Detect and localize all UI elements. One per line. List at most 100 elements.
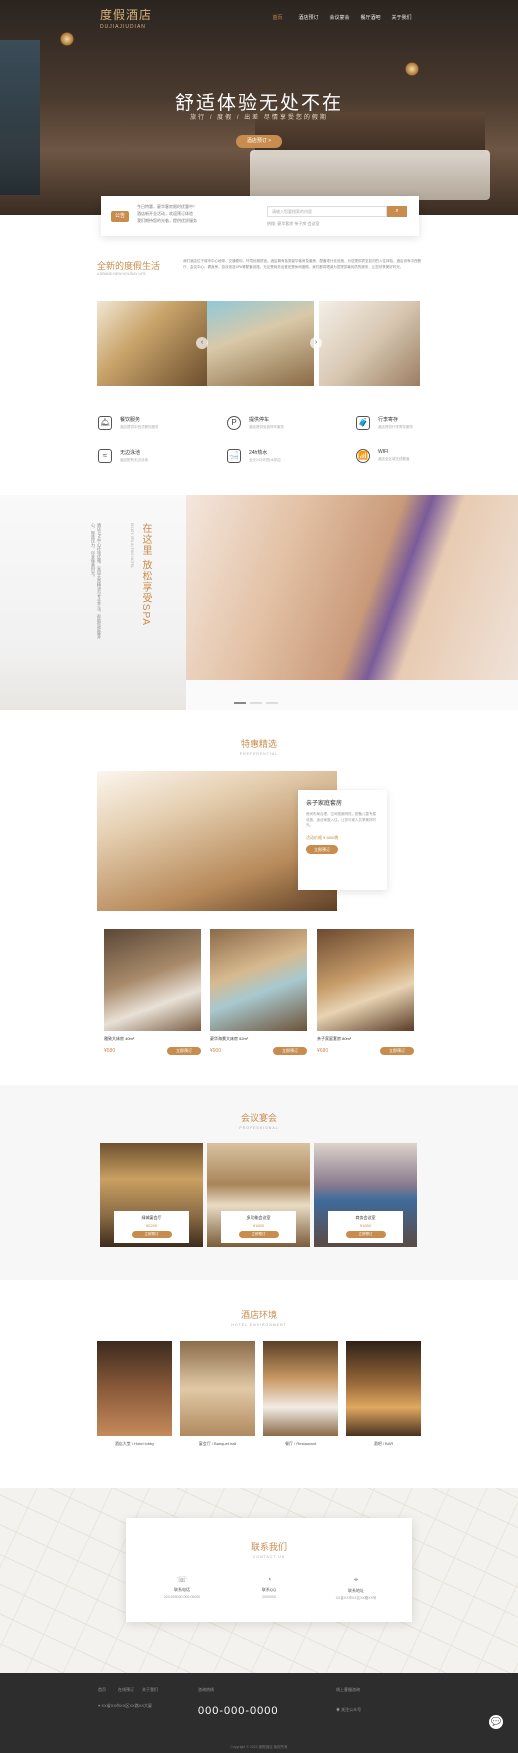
wifi-icon: 📶: [356, 449, 370, 463]
notice-search-bar: 公告 今日特惠，豪华客房限时优惠中！ 酒店新开业活动，欢迎预订体验 我们期待您的…: [101, 196, 419, 236]
phone-icon: ☏: [176, 1575, 187, 1584]
carousel-dots: [234, 702, 278, 704]
contact-value: XX省XX市XX区XX路XX号: [335, 1596, 377, 1600]
spa-title: 在这里 放松享受SPA: [140, 523, 151, 627]
facility-item: 🧳 行李寄存 酒店提供行李寄存服务: [356, 416, 413, 430]
facility-name: WIFI: [378, 449, 389, 455]
env-card[interactable]: 宴会厅 / Banquet hall: [180, 1341, 255, 1447]
featured-room-desc: 房间布局合理，空间宽敞明亮，配备儿童专属设施，适合家庭入住，让您与家人共享美好时…: [306, 812, 376, 827]
nav-booking[interactable]: 酒店预订: [293, 12, 324, 23]
meeting-name: 绿城宴会厅: [141, 1215, 162, 1220]
footer-wechat-text: 关注公众号: [341, 1707, 362, 1712]
meeting-title: 会议宴会: [240, 1113, 277, 1123]
rooms-title: 特惠精选: [240, 739, 277, 749]
main-nav: 首页 酒店预订 会议宴会 餐厅酒吧 关于我们: [262, 12, 417, 23]
facility-desc: 酒店提供行李寄存服务: [378, 425, 413, 429]
intro-title: 全新的度假生活: [97, 261, 161, 271]
pool-icon: ≈: [98, 449, 112, 463]
spa-text: 酒店SPA中心环境优雅，采用天然精油与专业手法，帮助您舒缓身心，释放压力，尽享惬…: [91, 523, 102, 639]
notice-line[interactable]: 酒店新开业活动，欢迎预订体验: [137, 210, 197, 217]
spa-subtitle: ENJOY SPA IN THIS HOTEL: [130, 523, 134, 569]
meeting-book-button[interactable]: 立即预订: [131, 1231, 172, 1238]
search-icon: ⌕: [395, 208, 399, 214]
facility-item: 📶 WIFI 酒店全区域无线覆盖: [356, 449, 410, 463]
meeting-book-button[interactable]: 立即预订: [238, 1231, 279, 1238]
chat-icon[interactable]: 💬: [489, 1715, 503, 1729]
intro-image: [207, 301, 314, 386]
search-button[interactable]: ⌕: [387, 206, 407, 217]
room-name: 雅致大床房 40m²: [104, 1036, 135, 1041]
notice-tag: 公告: [111, 211, 129, 222]
featured-book-button[interactable]: 立即预订: [306, 844, 338, 854]
env-caption: 餐厅 / Restaurant: [285, 1441, 316, 1446]
footer-link[interactable]: 关于我们: [142, 1687, 158, 1693]
bathtub-icon: 🛁: [227, 449, 241, 463]
location-icon: ⌖: [353, 1575, 359, 1584]
footer-link[interactable]: 在线预订: [118, 1687, 134, 1693]
lamp-light: [60, 32, 74, 46]
env-card[interactable]: 酒店大堂 / Hotel lobby: [97, 1341, 172, 1447]
featured-room-price: 活动价格 ¥ 680/晚: [306, 834, 339, 840]
meeting-book-button[interactable]: 立即预订: [345, 1231, 386, 1238]
room-card[interactable]: 豪华海景大床房 52m² ¥900 立即预订: [210, 929, 307, 1055]
facility-desc: 酒店全区域无线覆盖: [378, 457, 410, 461]
footer-wechat[interactable]: ◉ 关注公众号: [336, 1707, 361, 1713]
env-title: 酒店环境: [240, 1310, 277, 1320]
room-price: ¥580: [104, 1048, 116, 1054]
meeting-card[interactable]: 多功能会议室 ¥1800 立即预订: [207, 1143, 310, 1247]
room-card[interactable]: 雅致大床房 40m² ¥580 立即预订: [104, 929, 201, 1055]
room-book-button[interactable]: 立即预订: [273, 1047, 307, 1055]
hero-banner: 度假酒店 DUJIAJIUDIAN 首页 酒店预订 会议宴会 餐厅酒吧 关于我们…: [0, 0, 518, 215]
contact-label: 联系地址: [348, 1588, 364, 1593]
notice-line[interactable]: 今日特惠，豪华客房限时优惠中！: [137, 203, 197, 210]
footer-link[interactable]: 首页: [98, 1687, 106, 1693]
room-book-button[interactable]: 立即预订: [380, 1047, 414, 1055]
room-image: [210, 929, 307, 1031]
meeting-card[interactable]: 绿城宴会厅 ¥2200 立即预订: [100, 1143, 203, 1247]
room-name: 豪华海景大床房 52m²: [210, 1036, 249, 1041]
room-card[interactable]: 亲子家庭套房 80m² ¥680 立即预订: [317, 929, 414, 1055]
logo-name: 度假酒店: [100, 8, 153, 22]
contact-item: ⌖ 联系地址 XX省XX市XX区XX路XX号: [316, 1575, 396, 1601]
chevron-right-icon[interactable]: ›: [310, 337, 322, 349]
hero-book-button[interactable]: 酒店预订 >: [236, 135, 282, 148]
meeting-info: 多功能会议室 ¥1800 立即预订: [221, 1211, 296, 1243]
meeting-heading: 会议宴会 PROFESSIONAL: [0, 1111, 518, 1130]
intro-image: [97, 301, 207, 386]
env-card[interactable]: 餐厅 / Restaurant: [263, 1341, 338, 1447]
env-image: [97, 1341, 172, 1436]
carousel-dot[interactable]: [266, 702, 278, 704]
lamp-light: [405, 62, 419, 76]
contact-title: 联系我们: [250, 1542, 287, 1552]
spa-section: 在这里 放松享受SPA ENJOY SPA IN THIS HOTEL 酒店SP…: [0, 495, 518, 710]
room-book-button[interactable]: 立即预订: [167, 1047, 201, 1055]
facility-desc: 全天24小时热水供应: [249, 458, 281, 462]
env-image: [180, 1341, 255, 1436]
chevron-left-icon[interactable]: ‹: [196, 337, 208, 349]
nav-dining[interactable]: 餐厅酒吧: [355, 12, 386, 23]
room-image: [317, 929, 414, 1031]
contact-label: 联系电话: [174, 1587, 190, 1592]
carousel-dot[interactable]: [234, 702, 246, 704]
meeting-price: ¥1850: [359, 1223, 372, 1228]
notice-line[interactable]: 我们期待您的光临，提供优质服务: [137, 217, 197, 224]
footer-copyright: Copyright © 2023 度假酒店 版权所有: [230, 1745, 288, 1749]
logo[interactable]: 度假酒店 DUJIAJIUDIAN: [100, 6, 152, 30]
facility-name: 行李寄存: [378, 417, 399, 423]
rooms-subtitle: PREFERENTIAL: [239, 752, 279, 756]
logo-en: DUJIAJIUDIAN: [100, 24, 146, 30]
env-card[interactable]: 酒吧 / BAR: [346, 1341, 421, 1447]
facility-item: ≈ 无边泳池 酒店配有无边泳池: [98, 449, 148, 463]
facility-name: 提供停车: [249, 417, 270, 423]
carousel-dot[interactable]: [250, 702, 262, 704]
contact-value: 020-000000 000-00000: [163, 1595, 201, 1599]
meeting-card[interactable]: 商务会议室 ¥1850 立即预订: [314, 1143, 417, 1247]
footer-address-text: XX省XX市XX区XX路XX大厦: [101, 1703, 153, 1708]
nav-about[interactable]: 关于我们: [386, 12, 417, 23]
contact-heading: 联系我们 CONTACT US: [126, 1540, 412, 1559]
search-input[interactable]: 请输入您要搜索的内容: [267, 206, 387, 217]
env-caption: 宴会厅 / Banquet hall: [198, 1441, 237, 1446]
env-image: [263, 1341, 338, 1436]
nav-home[interactable]: 首页: [262, 12, 293, 23]
nav-meeting[interactable]: 会议宴会: [324, 12, 355, 23]
